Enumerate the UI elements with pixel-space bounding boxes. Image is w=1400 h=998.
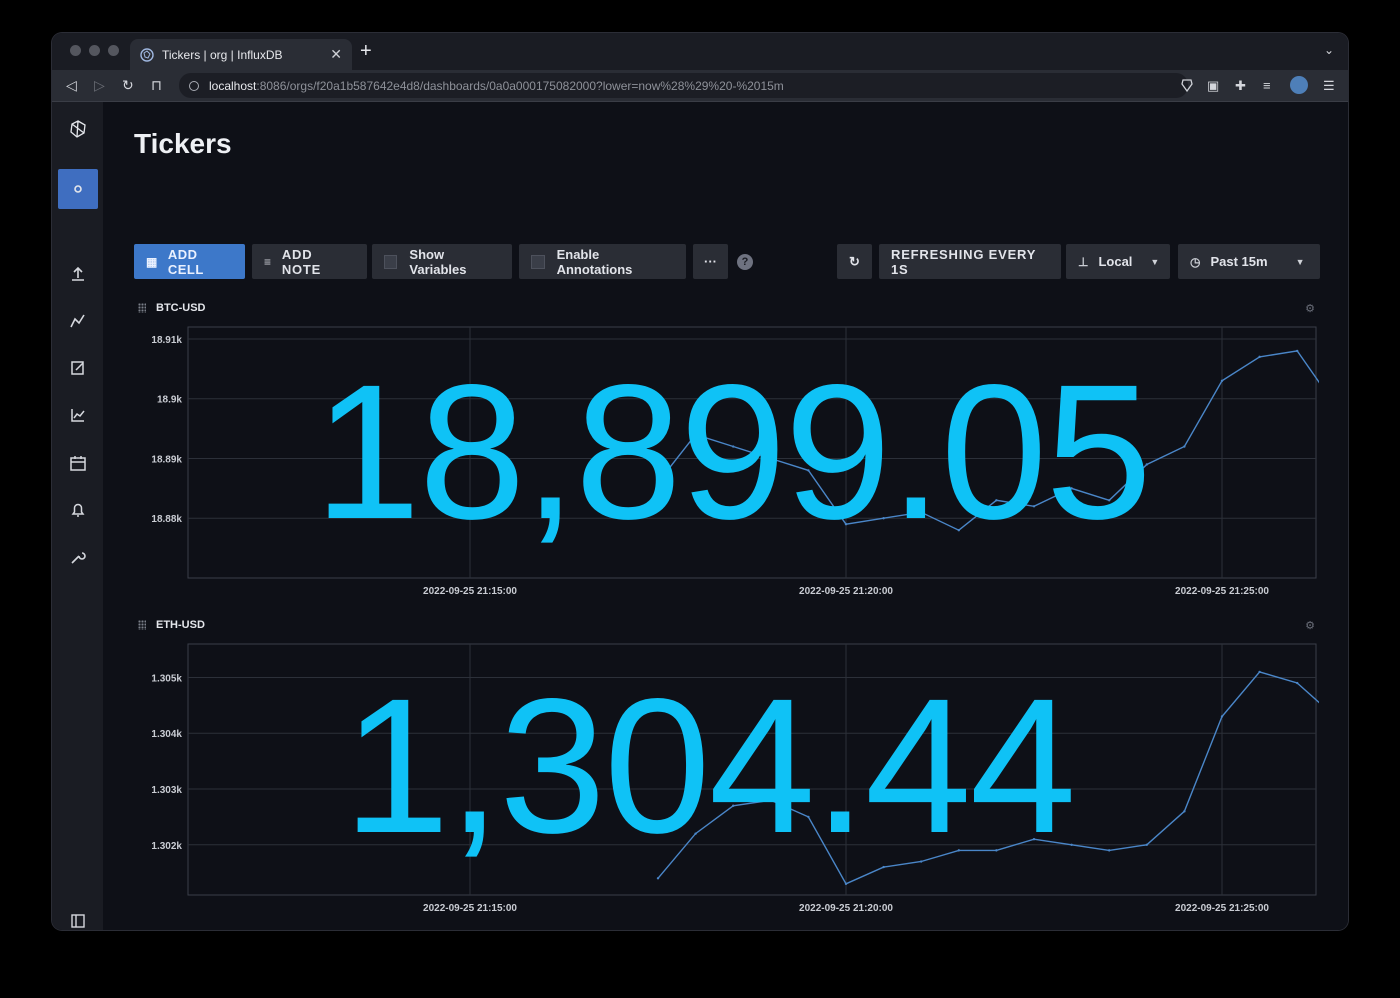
tab-search-chevron-icon[interactable]: ⌄ <box>1324 43 1334 57</box>
new-tab-button[interactable]: + <box>360 40 372 63</box>
show-variables-label: Show Variables <box>409 246 467 277</box>
url-bar[interactable]: localhost:8086/orgs/f20a1b587642e4d8/das… <box>179 73 1193 98</box>
more-options-button[interactable]: ··· <box>693 244 728 279</box>
add-cell-button[interactable]: ▦ ADD CELL <box>134 244 245 279</box>
y-tick-label: 18.88k <box>151 514 182 525</box>
reload-icon[interactable]: ↻ <box>122 77 134 94</box>
minimize-window-button[interactable] <box>89 45 100 56</box>
upload-icon[interactable] <box>58 254 98 294</box>
extension-icon[interactable]: ▣ <box>1207 78 1219 94</box>
time-range-label: Past 15m <box>1210 254 1268 269</box>
avatar[interactable] <box>1290 76 1308 94</box>
dashboards-icon[interactable] <box>58 395 98 435</box>
y-tick-label: 1.305k <box>151 673 182 684</box>
menu-icon[interactable]: ☰ <box>1323 78 1335 94</box>
tab-title: Tickers | org | InfluxDB <box>162 47 283 62</box>
x-tick-label: 2022-09-25 21:15:00 <box>423 586 517 597</box>
chevron-down-icon: ▼ <box>1150 256 1160 267</box>
add-note-label: ADD NOTE <box>281 246 322 277</box>
enable-annotations-toggle[interactable]: Enable Annotations <box>519 244 686 279</box>
x-tick-label: 2022-09-25 21:25:00 <box>1175 903 1269 914</box>
data-point <box>1183 810 1186 813</box>
more-icon: ··· <box>704 254 717 269</box>
timezone-label: Local <box>1098 254 1133 269</box>
data-explorer-icon[interactable] <box>58 301 98 341</box>
y-tick-label: 1.302k <box>151 841 182 852</box>
single-stat-value: 18,899.05 <box>314 344 1152 559</box>
note-lines-icon: ≡ <box>264 254 272 269</box>
data-point <box>1258 355 1261 359</box>
autorefresh-dropdown[interactable]: REFRESHING EVERY 1S <box>879 244 1061 279</box>
timezone-dropdown[interactable]: ⊥ Local ▼ <box>1066 244 1170 279</box>
data-point <box>1183 445 1186 448</box>
y-tick-label: 1.304k <box>151 729 182 740</box>
playlist-icon[interactable]: ≡ <box>1263 78 1271 93</box>
show-variables-toggle[interactable]: Show Variables <box>372 244 512 279</box>
collapse-sidebar-icon[interactable] <box>58 913 98 929</box>
pin-icon: ⊥ <box>1078 254 1089 269</box>
close-window-button[interactable] <box>70 45 81 56</box>
page-title: Tickers <box>134 128 232 159</box>
enable-annotations-label: Enable Annotations <box>556 246 633 277</box>
sidebar-item-user[interactable] <box>58 169 98 209</box>
data-point <box>1296 349 1299 353</box>
close-tab-icon[interactable]: ✕ <box>330 46 342 63</box>
show-variables-checkbox[interactable] <box>384 254 398 269</box>
tasks-calendar-icon[interactable] <box>58 443 98 483</box>
x-tick-label: 2022-09-25 21:20:00 <box>799 586 893 597</box>
add-cell-label: ADD CELL <box>167 246 204 277</box>
browser-window: Tickers | org | InfluxDB ✕ + ⌄ ◁ ▷ ↻ ⊓ l… <box>52 33 1348 930</box>
x-tick-label: 2022-09-25 21:25:00 <box>1175 586 1269 597</box>
x-tick-label: 2022-09-25 21:15:00 <box>423 903 517 914</box>
data-point <box>1258 670 1261 674</box>
forward-icon[interactable]: ▷ <box>94 77 105 94</box>
nav-sidebar <box>52 102 103 930</box>
address-toolbar: ◁ ▷ ↻ ⊓ localhost:8086/orgs/f20a1b587642… <box>52 70 1348 102</box>
chevron-down-icon: ▼ <box>1295 256 1305 267</box>
notebooks-icon[interactable] <box>58 348 98 388</box>
data-point <box>1220 379 1224 382</box>
bookmark-icon[interactable]: ⊓ <box>151 77 162 94</box>
influxdb-logo-icon[interactable] <box>58 109 98 149</box>
data-point <box>1145 843 1148 846</box>
data-point <box>1296 681 1299 685</box>
data-point <box>1108 849 1111 852</box>
refresh-interval-label: REFRESHING EVERY 1S <box>891 246 1036 277</box>
alerts-bell-icon[interactable] <box>58 490 98 530</box>
y-tick-label: 18.91k <box>151 335 182 346</box>
window-controls <box>70 45 119 56</box>
tab-strip: Tickers | org | InfluxDB ✕ + ⌄ <box>52 33 1348 70</box>
dashboard-cell: BTC-USD ⚙ 2022-09-25 21:15:00 2022-09-25 … <box>138 300 1319 602</box>
data-point <box>656 877 660 880</box>
settings-wrench-icon[interactable] <box>58 537 98 577</box>
grid-icon: ▦ <box>146 254 158 269</box>
time-range-dropdown[interactable]: ◷ Past 15m ▼ <box>1178 244 1320 279</box>
clock-icon: ◷ <box>1190 254 1201 269</box>
refresh-button[interactable]: ↻ <box>837 244 872 279</box>
maximize-window-button[interactable] <box>108 45 119 56</box>
puzzle-extensions-icon[interactable]: ✚ <box>1235 78 1246 94</box>
brave-shield-icon[interactable] <box>1180 78 1194 92</box>
y-tick-label: 18.9k <box>157 395 182 406</box>
dashboard-main: Tickers ▦ ADD CELL ≡ ADD NOTE Show Varia… <box>103 102 1348 930</box>
url-path: :8086/orgs/f20a1b587642e4d8/dashboards/0… <box>256 78 784 93</box>
influxdb-favicon-icon <box>140 47 154 62</box>
add-note-button[interactable]: ≡ ADD NOTE <box>252 244 367 279</box>
site-info-icon[interactable] <box>189 80 199 91</box>
dashboard-cell: ETH-USD ⚙ 2022-09-25 21:15:00 2022-09-25 … <box>138 617 1319 919</box>
browser-tab[interactable]: Tickers | org | InfluxDB ✕ <box>130 39 352 70</box>
refresh-icon: ↻ <box>849 253 860 269</box>
x-tick-label: 2022-09-25 21:20:00 <box>799 903 893 914</box>
single-stat-value: 1,304.44 <box>343 658 1076 873</box>
data-point <box>844 882 848 886</box>
url-host: localhost <box>209 78 257 93</box>
data-point <box>1220 715 1224 718</box>
back-icon[interactable]: ◁ <box>66 77 77 94</box>
help-icon[interactable]: ? <box>737 254 753 270</box>
y-tick-label: 18.89k <box>151 454 182 465</box>
y-tick-label: 1.303k <box>151 785 182 796</box>
enable-annotations-checkbox[interactable] <box>531 254 545 269</box>
